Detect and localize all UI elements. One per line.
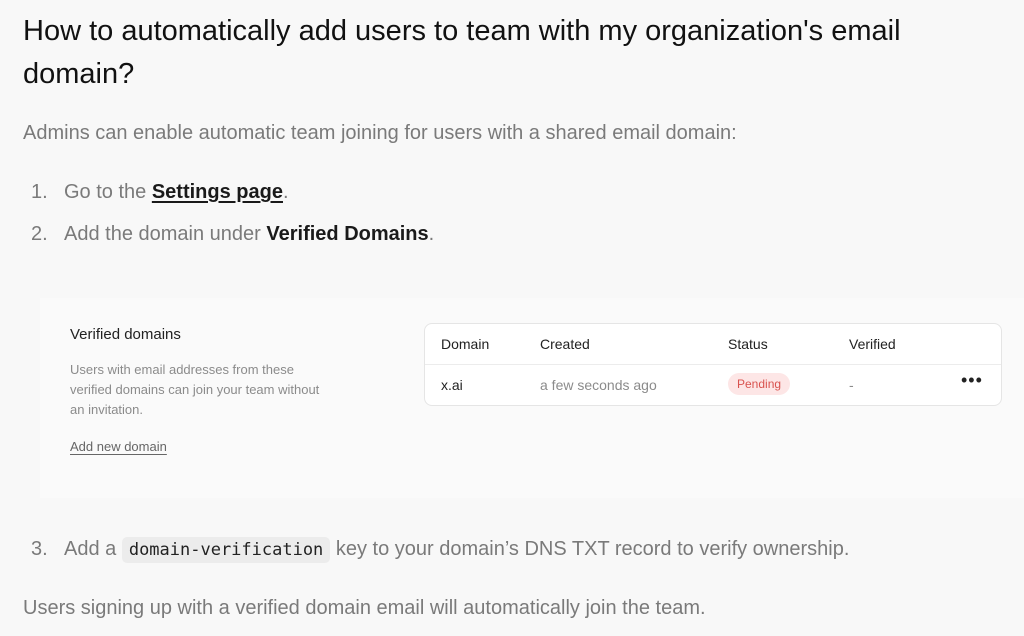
panel-description: Users with email addresses from these ve… — [70, 362, 320, 417]
more-actions-icon[interactable]: ••• — [961, 370, 983, 391]
verified-domains-panel: Verified domains Users with email addres… — [40, 298, 1024, 498]
page-title: How to automatically add users to team w… — [23, 15, 901, 90]
column-header-status: Status — [728, 336, 768, 352]
step-3: 3. Add a domain-verification key to your … — [31, 534, 849, 565]
table-header: Domain Created Status Verified — [425, 324, 1001, 365]
column-header-verified: Verified — [849, 336, 896, 352]
step-text: Go to the — [64, 181, 152, 203]
step-text-end: key to your domain’s DNS TXT record to v… — [330, 538, 850, 560]
add-new-domain-link[interactable]: Add new domain — [70, 439, 167, 454]
domain-cell: x.ai — [441, 377, 463, 393]
step-text-end: . — [428, 223, 435, 245]
status-badge: Pending — [728, 373, 791, 395]
step-text: Add a — [64, 538, 122, 560]
created-cell: a few seconds ago — [540, 377, 657, 393]
step-text-end: . — [282, 181, 289, 203]
column-header-domain: Domain — [441, 336, 490, 352]
domain-verification-code: domain-verification — [121, 537, 331, 563]
step-2: 2. Add the domain under Verified Domains. — [31, 219, 434, 249]
verified-domains-label: Verified Domains — [266, 223, 429, 245]
step-number: 1. — [31, 181, 48, 203]
step-number: 2. — [31, 223, 48, 245]
verified-cell: - — [849, 377, 854, 393]
column-header-created: Created — [540, 336, 590, 352]
step-number: 3. — [31, 538, 48, 560]
step-text: Add the domain under — [64, 223, 267, 245]
panel-title: Verified domains — [70, 326, 181, 343]
outro-text: Users signing up with a verified domain … — [23, 597, 706, 619]
intro-text: Admins can enable automatic team joining… — [23, 122, 737, 144]
settings-page-link[interactable]: Settings page — [152, 181, 283, 203]
domains-table: Domain Created Status Verified x.ai a fe… — [424, 323, 1002, 406]
step-1: 1. Go to the Settings page. — [31, 177, 289, 207]
